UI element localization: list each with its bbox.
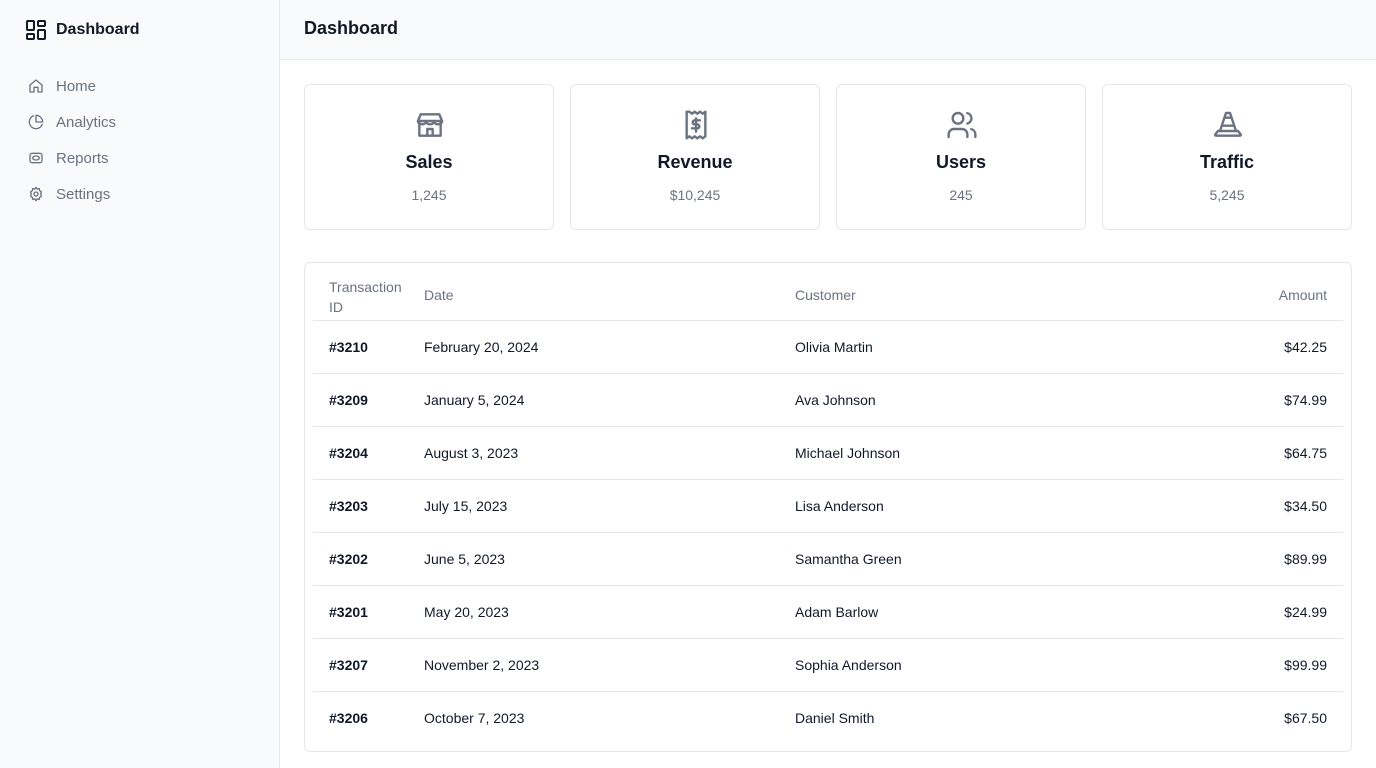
sidebar-item-reports[interactable]: Reports [16,140,264,176]
customer-cell: Ava Johnson [795,373,1163,427]
transaction-id-cell: #3204 [313,426,424,480]
home-icon [28,78,44,94]
customer-cell: Daniel Smith [795,709,875,726]
customer-cell: Sophia Anderson [795,638,1163,692]
sidebar: Dashboard Home Analytics Reports Setting… [0,0,280,768]
customer-cell: Lisa Anderson [795,479,1163,533]
sidebar-nav: Home Analytics Reports Settings [16,68,264,212]
transaction-id-cell: #3209 [313,373,424,427]
column-header-transaction-id[interactable]: Transaction ID [313,271,424,321]
receipt-dollar-icon [680,109,712,141]
amount-cell: $67.50 [1284,709,1327,726]
date-cell: January 5, 2024 [424,373,795,427]
transaction-id-cell: #3201 [313,585,424,639]
amount-cell: $34.50 [1163,479,1343,533]
transaction-id-cell: #3207 [313,638,424,692]
stat-value: 1,245 [411,187,447,203]
sidebar-item-analytics[interactable]: Analytics [16,104,264,140]
amount-cell: $24.99 [1163,585,1343,639]
column-header-date[interactable]: Date [424,271,795,321]
transaction-id-cell: #3203 [313,479,424,533]
amount-cell: $74.99 [1163,373,1343,427]
pie-chart-icon [28,114,44,130]
date-cell: May 20, 2023 [424,585,795,639]
sidebar-item-label: Analytics [56,113,117,131]
sidebar-item-label: Home [56,77,97,95]
customer-cell: Michael Johnson [795,426,1163,480]
stat-card-revenue: Revenue $10,245 [570,84,820,230]
stat-label: Revenue [657,152,733,172]
stat-value: $10,245 [669,187,721,203]
amount-cell: $89.99 [1163,532,1343,586]
table-row[interactable]: #3203 July 15, 2023 Lisa Anderson $34.50 [313,479,1343,533]
date-cell: February 20, 2024 [424,320,795,374]
table-row[interactable]: #3201 May 20, 2023 Adam Barlow $24.99 [313,585,1343,639]
date-cell: October 7, 2023 [424,709,525,726]
table-row[interactable]: #3210 February 20, 2024 Olivia Martin $4… [313,320,1343,374]
sidebar-item-label: Settings [56,185,111,203]
table-header-row: Transaction ID Date Customer Amount [313,271,1343,321]
customer-cell: Olivia Martin [795,320,1163,374]
table-row[interactable]: #3209 January 5, 2024 Ava Johnson $74.99 [313,373,1343,427]
transaction-id-cell: #3202 [313,532,424,586]
sidebar-item-settings[interactable]: Settings [16,176,264,212]
stat-card-users: Users 245 [836,84,1086,230]
date-cell: July 15, 2023 [424,479,795,533]
stats-row: Sales 1,245 Revenue $10,245 Users 245 Tr… [304,84,1352,230]
table-row[interactable]: #3207 November 2, 2023 Sophia Anderson $… [313,638,1343,692]
date-cell: June 5, 2023 [424,532,795,586]
amount-cell: $64.75 [1163,426,1343,480]
sidebar-item-home[interactable]: Home [16,68,264,104]
amount-cell: $42.25 [1163,320,1343,374]
stat-label: Users [935,152,987,172]
customer-cell: Adam Barlow [795,585,1163,639]
stat-card-sales: Sales 1,245 [304,84,554,230]
store-icon [414,109,446,141]
amount-cell: $99.99 [1163,638,1343,692]
table-row[interactable]: #3204 August 3, 2023 Michael Johnson $64… [313,426,1343,480]
transaction-id-cell: #3210 [313,320,424,374]
layout-grid-icon [24,18,48,42]
stat-label: Traffic [1199,152,1255,172]
page-title: Dashboard [304,18,399,38]
date-cell: August 3, 2023 [424,426,795,480]
column-header-amount[interactable]: Amount [1163,271,1343,321]
stat-value: 245 [949,187,973,203]
traffic-cone-icon [1212,109,1244,141]
transactions-table: Transaction ID Date Customer Amount #321… [313,271,1343,744]
stat-value: 5,245 [1209,187,1245,203]
column-header-customer[interactable]: Customer [795,271,1163,321]
stat-card-traffic: Traffic 5,245 [1102,84,1352,230]
brand-label: Dashboard [56,21,140,38]
stat-label: Sales [405,152,453,172]
transactions-card: Transaction ID Date Customer Amount #321… [304,262,1352,752]
brand-link[interactable]: Dashboard [24,18,140,42]
sidebar-item-label: Reports [56,149,109,167]
gear-icon [28,186,44,202]
customer-cell: Samantha Green [795,532,1163,586]
top-header: Dashboard [280,0,1376,60]
users-icon [946,109,978,141]
date-cell: November 2, 2023 [424,638,795,692]
table-row[interactable]: #3206 October 7, 2023 Daniel Smith $67.5… [313,691,1343,744]
transaction-id-cell: #3206 [329,709,368,726]
table-row[interactable]: #3202 June 5, 2023 Samantha Green $89.99 [313,532,1343,586]
reports-icon [28,150,44,166]
